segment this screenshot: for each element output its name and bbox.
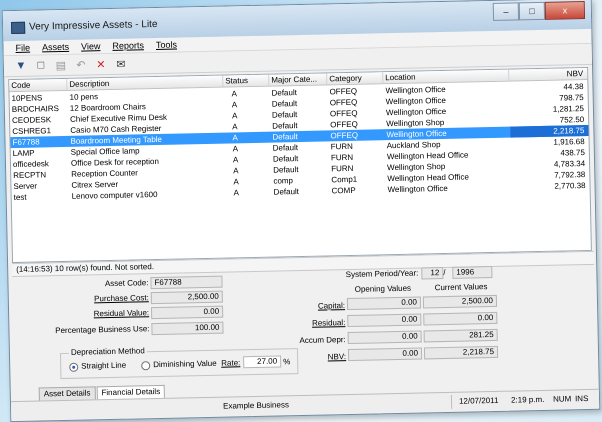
status-time: 2:19 p.m.	[510, 394, 545, 405]
status-date: 12/07/2011	[458, 395, 499, 406]
business-name: Example Business	[222, 400, 289, 411]
open-icon[interactable]: ▼	[14, 59, 28, 73]
rate-label: Rate:	[221, 358, 241, 368]
accum-depr-opening-field[interactable]: 0.00	[347, 330, 422, 345]
column-header-nbv[interactable]: NBV	[509, 68, 587, 81]
insert-indicator: INS	[574, 394, 589, 404]
column-header-major-category[interactable]: Major Cate...	[269, 73, 328, 86]
year-field[interactable]: 1996	[452, 266, 493, 279]
straight-line-radio[interactable]	[69, 362, 79, 372]
accum-depr-current-field[interactable]: 281.25	[423, 328, 498, 343]
maximize-button[interactable]: □	[518, 1, 546, 21]
asset-code-label: Asset Code:	[104, 278, 149, 289]
cell-nbv: 2,770.38	[554, 181, 586, 191]
column-header-category[interactable]: Category	[327, 72, 384, 85]
asset-code-field[interactable]: F67788	[150, 275, 223, 290]
minimize-button[interactable]: –	[492, 2, 520, 21]
diminishing-value-radio[interactable]	[141, 361, 151, 371]
column-header-code[interactable]: Code	[9, 78, 68, 92]
rate-field[interactable]: 27.00	[243, 355, 282, 369]
nbv-current-field[interactable]: 2,218.75	[423, 345, 499, 360]
tab-asset-details[interactable]: Asset Details	[38, 386, 96, 401]
nbv-opening-field[interactable]: 0.00	[347, 347, 423, 362]
num-lock-indicator: NUM	[552, 394, 572, 404]
capital-current-field[interactable]: 2,500.00	[422, 294, 498, 309]
residual-label: Residual:	[311, 318, 346, 328]
opening-values-header: Opening Values	[354, 283, 412, 294]
cell-code: test	[13, 192, 27, 203]
cell-description: Lenovo computer v1600	[71, 190, 158, 201]
cell-major-category: Default	[273, 187, 300, 197]
undo-icon[interactable]: ↶	[74, 57, 88, 71]
close-button[interactable]: x	[544, 1, 586, 20]
column-header-description[interactable]: Description	[67, 75, 224, 90]
period-field[interactable]: 12	[421, 267, 444, 280]
residual-value-label: Residual Value:	[93, 308, 150, 319]
residual-value-field[interactable]: 0.00	[151, 305, 224, 320]
current-values-header: Current Values	[434, 282, 488, 293]
save-icon[interactable]: ▤	[54, 58, 68, 72]
asset-table: Code Description Status Major Cate... Ca…	[8, 66, 592, 264]
menu-tools[interactable]: Tools	[156, 38, 177, 52]
diminishing-value-label: Diminishing Value	[153, 358, 217, 370]
nbv-label: NBV:	[327, 352, 347, 362]
percentage-business-field[interactable]: 100.00	[151, 321, 224, 336]
cell-location: Wellington Office	[387, 183, 448, 195]
print-icon[interactable]: ✉	[114, 57, 128, 71]
window-title: Very Impressive Assets - Lite	[28, 18, 158, 33]
app-logo-icon	[10, 21, 26, 35]
cell-category: COMP	[331, 185, 356, 196]
window-controls: – □ x	[492, 1, 586, 21]
residual-opening-field[interactable]: 0.00	[347, 313, 422, 328]
period-separator: /	[443, 267, 446, 278]
new-document-icon[interactable]: □	[34, 58, 48, 72]
menu-view[interactable]: View	[81, 39, 101, 53]
cell-status: A	[233, 188, 240, 198]
accum-depr-label: Accum Depr:	[299, 335, 346, 346]
system-period-label: System Period/Year:	[345, 268, 419, 280]
depreciation-method-title: Depreciation Method	[68, 346, 147, 357]
capital-opening-field[interactable]: 0.00	[346, 296, 422, 311]
residual-current-field[interactable]: 0.00	[423, 311, 498, 326]
menu-file[interactable]: File	[15, 41, 30, 55]
straight-line-label: Straight Line	[81, 360, 127, 371]
purchase-cost-field[interactable]: 2,500.00	[150, 290, 223, 305]
column-header-location[interactable]: Location	[383, 69, 510, 84]
purchase-cost-label: Purchase Cost:	[94, 293, 149, 304]
menu-assets[interactable]: Assets	[42, 40, 69, 55]
depreciation-method-group: Depreciation Method Straight Line Dimini…	[59, 346, 299, 380]
column-header-status[interactable]: Status	[223, 74, 270, 87]
percentage-business-label: Percentage Business Use:	[55, 324, 150, 336]
delete-icon[interactable]: ✕	[94, 57, 108, 71]
capital-label: Capital:	[317, 301, 346, 311]
menu-reports[interactable]: Reports	[112, 38, 144, 53]
app-window: Very Impressive Assets - Lite – □ x File…	[1, 0, 601, 422]
financial-details-panel: Asset Code: F67788 Purchase Cost: 2,500.…	[8, 265, 598, 387]
